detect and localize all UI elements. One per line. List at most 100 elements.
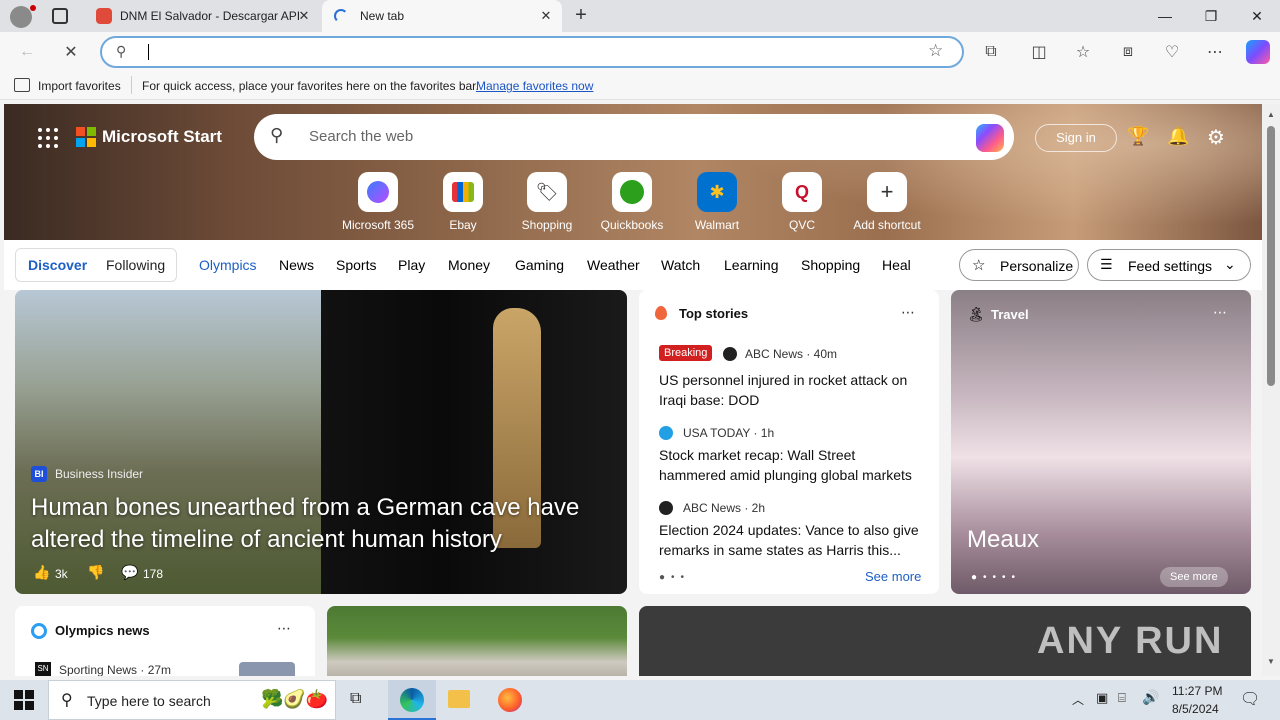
tab-actions-icon[interactable] (52, 8, 68, 24)
carousel-dots[interactable]: ●•• (659, 572, 690, 583)
video-card[interactable]: ANY RUN (639, 606, 1251, 676)
extensions-icon[interactable]: ⧉ (976, 37, 1006, 67)
shortcut-ebay[interactable]: Ebay (425, 172, 501, 232)
show-hidden-icons-chevron-icon[interactable]: ︿ (1072, 691, 1084, 708)
taskbar-search-box[interactable]: ⚲ Type here to search 🥦🥑🍅 (48, 680, 336, 720)
close-window-button[interactable]: ✕ (1234, 0, 1280, 32)
restore-button[interactable]: ❐ (1188, 0, 1234, 32)
apps-launcher-icon[interactable] (38, 128, 58, 148)
rewards-icon[interactable]: 🏆 (1127, 126, 1149, 147)
page-scrollbar[interactable]: ▲ ▼ (1262, 104, 1280, 676)
breaking-badge: Breaking (659, 345, 713, 361)
scroll-up-arrow-icon[interactable]: ▲ (1267, 110, 1275, 119)
manage-favorites-link[interactable]: Manage favorites now (476, 79, 593, 93)
shortcut-quickbooks[interactable]: Quickbooks (594, 172, 670, 232)
settings-more-icon[interactable]: ⋯ (1200, 37, 1230, 67)
destination-name[interactable]: Meaux (967, 526, 1039, 554)
taskbar-search-input[interactable]: Type here to search (87, 693, 211, 709)
patio-furniture-card[interactable] (327, 606, 627, 676)
tab-following[interactable]: Following (106, 257, 165, 273)
see-more-button[interactable]: See more (1160, 567, 1228, 587)
tab-sports[interactable]: Sports (336, 257, 376, 273)
device-icon[interactable]: ▣ (1096, 690, 1108, 706)
file-explorer-icon[interactable] (448, 690, 470, 708)
page-settings-gear-icon[interactable]: ⚙ (1207, 125, 1225, 150)
tab-watch[interactable]: Watch (661, 257, 700, 273)
close-tab-icon[interactable]: ✕ (296, 8, 312, 24)
feed-settings-button[interactable]: ☰ Feed settings ⌄ (1087, 249, 1251, 281)
web-search-box[interactable]: ⚲ Search the web (254, 114, 1014, 160)
see-more-link[interactable]: See more (865, 569, 921, 584)
collections-icon[interactable]: ⧈ (1113, 37, 1143, 67)
carousel-dots[interactable]: ●•••• (971, 572, 1021, 583)
copilot-icon[interactable] (976, 124, 1004, 152)
story-thumbnail[interactable] (239, 662, 295, 676)
more-options-icon[interactable]: ⋯ (901, 304, 915, 321)
site-favicon-icon (96, 8, 112, 24)
notifications-bell-icon[interactable]: 🔔 (1167, 126, 1189, 147)
shortcut-qvc[interactable]: Q QVC (764, 172, 840, 232)
add-favorite-star-icon[interactable]: ☆ (928, 41, 943, 61)
clock-date[interactable]: 8/5/2024 (1172, 702, 1219, 716)
shortcut-shopping[interactable]: 🏷 Shopping (509, 172, 585, 232)
task-view-icon[interactable]: ⧉ (350, 690, 361, 708)
shortcut-add[interactable]: + Add shortcut (849, 172, 925, 232)
volume-icon[interactable]: 🔊 (1142, 689, 1159, 706)
close-tab-icon[interactable]: ✕ (538, 8, 554, 24)
minimize-button[interactable]: — (1142, 0, 1188, 32)
tab-discover[interactable]: Discover (28, 257, 87, 273)
tab-news[interactable]: News (279, 257, 314, 273)
shortcut-microsoft-365[interactable]: Microsoft 365 (340, 172, 416, 232)
dislike-icon[interactable]: 👎 (87, 564, 104, 581)
clock-time[interactable]: 11:27 PM (1172, 684, 1222, 698)
personalize-button[interactable]: ☆ Personalize (959, 249, 1079, 281)
stop-loading-icon[interactable]: ✕ (56, 37, 86, 67)
favorites-icon[interactable]: ☆ (1068, 37, 1098, 67)
scroll-down-arrow-icon[interactable]: ▼ (1267, 657, 1275, 666)
browser-essentials-icon[interactable]: ♡ (1157, 37, 1187, 67)
profile-icon[interactable] (10, 6, 32, 28)
hero-news-card[interactable]: BI Business Insider Human bones unearthe… (15, 290, 627, 594)
split-screen-icon[interactable]: ◫ (1024, 37, 1054, 67)
story-headline[interactable]: Election 2024 updates: Vance to also giv… (659, 520, 925, 560)
firefox-icon[interactable] (498, 688, 522, 712)
import-favorites-button[interactable]: Import favorites (38, 79, 121, 93)
comment-icon[interactable]: 💬 (121, 564, 138, 581)
copilot-icon[interactable] (1246, 40, 1270, 64)
new-tab-icon[interactable]: + (570, 4, 592, 26)
more-options-icon[interactable]: ⋯ (277, 620, 291, 637)
story-headline[interactable]: Stock market recap: Wall Street hammered… (659, 445, 925, 485)
tab-olympics[interactable]: Olympics (199, 257, 257, 273)
more-options-icon[interactable]: ⋯ (1213, 304, 1227, 321)
edge-taskbar-button[interactable] (388, 680, 436, 720)
tab-health[interactable]: Heal (882, 257, 911, 273)
address-bar[interactable]: ⚲ ☆ (100, 36, 964, 68)
tab-learning[interactable]: Learning (724, 257, 779, 273)
story-headline[interactable]: US personnel injured in rocket attack on… (659, 370, 925, 410)
notification-center-icon[interactable]: 🗨 (1240, 689, 1260, 709)
abc-news-logo-icon (723, 347, 737, 361)
tab-new-tab[interactable]: New tab ✕ (322, 0, 562, 32)
sliders-icon: ☰ (1100, 256, 1113, 272)
like-icon[interactable]: 👍 (33, 564, 50, 581)
travel-card[interactable]: 🏝 Travel ⋯ Meaux ●•••• See more (951, 290, 1251, 594)
tab-shopping[interactable]: Shopping (801, 257, 860, 273)
windows-start-icon[interactable] (14, 690, 34, 710)
tab-play[interactable]: Play (398, 257, 425, 273)
scrollbar-thumb[interactable] (1267, 126, 1275, 386)
back-icon[interactable]: ← (12, 37, 42, 67)
tab-weather[interactable]: Weather (587, 257, 640, 273)
sign-in-button[interactable]: Sign in (1035, 124, 1117, 152)
qvc-icon: Q (782, 172, 822, 212)
shortcut-walmart[interactable]: ✱ Walmart (679, 172, 755, 232)
brand-title[interactable]: Microsoft Start (102, 127, 222, 147)
tab-gaming[interactable]: Gaming (515, 257, 564, 273)
search-input[interactable]: Search the web (309, 128, 413, 145)
section-title: Travel (991, 307, 1029, 322)
tab-money[interactable]: Money (448, 257, 490, 273)
olympics-icon (31, 623, 47, 639)
article-headline[interactable]: Human bones unearthed from a German cave… (31, 492, 621, 556)
windows-taskbar: ⚲ Type here to search 🥦🥑🍅 ⧉ ︿ ▣ ⌸ 🔊 11:2… (0, 680, 1280, 720)
network-icon[interactable]: ⌸ (1118, 690, 1126, 706)
tab-dnm[interactable]: DNM El Salvador - Descargar API ✕ (84, 0, 320, 32)
